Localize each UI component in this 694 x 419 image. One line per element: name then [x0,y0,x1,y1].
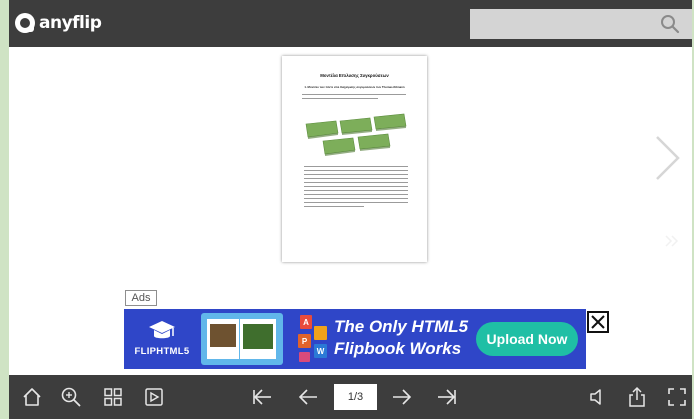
text-line [304,166,408,168]
page-number-input[interactable] [334,384,377,410]
prev-page-icon[interactable] [297,386,319,408]
graduation-cap-icon [149,321,175,339]
faded-watermark-icon [665,235,679,247]
sound-icon[interactable] [586,386,608,408]
brand-name: anyflip [39,13,102,33]
last-page-icon[interactable] [436,386,458,408]
text-line [302,94,406,96]
text-line [304,182,408,184]
text-line [302,98,378,100]
text-line [304,186,408,188]
preview-photo-left [210,324,236,347]
share-icon[interactable] [626,386,648,408]
ad-brand-block: FLIPHTML5 [124,309,200,369]
book-page[interactable]: Μοντέλα Επιλυσης Συγκρούσεων 1. Μοντέλο … [282,56,427,262]
text-line [304,198,408,200]
ad-banner[interactable]: FLIPHTML5 A P W The Only HTML5 Flipbook … [124,309,586,369]
svg-text:A: A [303,318,309,327]
text-line [304,174,408,176]
ad-headline-line1: The Only HTML5 [334,317,469,336]
ad-brand-name: FLIPHTML5 [134,346,190,357]
text-line [304,178,408,180]
home-icon[interactable] [21,386,43,408]
text-line [304,170,408,172]
text-line [304,202,408,204]
svg-text:W: W [317,347,325,356]
svg-text:P: P [302,337,308,346]
close-icon[interactable] [587,311,609,333]
zoom-in-icon[interactable] [60,386,82,408]
ad-headline-line2: Flipbook Works [334,339,462,358]
text-line [304,194,408,196]
preview-photo-right [243,324,273,349]
anyflip-logo[interactable]: anyflip [15,11,102,35]
slideshow-icon[interactable] [143,386,165,408]
top-bar: anyflip [9,0,692,47]
search-icon[interactable] [660,14,680,34]
upload-now-button[interactable]: Upload Now [476,322,578,356]
first-page-icon[interactable] [251,386,273,408]
text-line [304,206,364,208]
file-format-icons: A P W [298,315,327,362]
thumbnails-icon[interactable] [102,386,124,408]
page-heading: Μοντέλα Επιλυσης Συγκρούσεων [320,73,389,78]
page-subheading: 1. Μοντέλο των πέντε στιλ διαχείρισης συ… [304,85,405,89]
ad-preview-image [201,313,283,365]
next-page-icon[interactable] [391,386,413,408]
anyflip-logo-icon [15,13,35,33]
flipbook-viewer: anyflip Μοντέλα Επιλυσης Συγκρούσεων 1. … [9,0,692,419]
search-input[interactable] [470,9,692,39]
next-page-arrow[interactable] [652,134,682,182]
ads-label: Ads [125,290,157,306]
fullscreen-icon[interactable] [666,386,688,408]
five-styles-diagram [305,113,407,156]
bottom-toolbar [9,375,692,419]
text-line [304,190,408,192]
